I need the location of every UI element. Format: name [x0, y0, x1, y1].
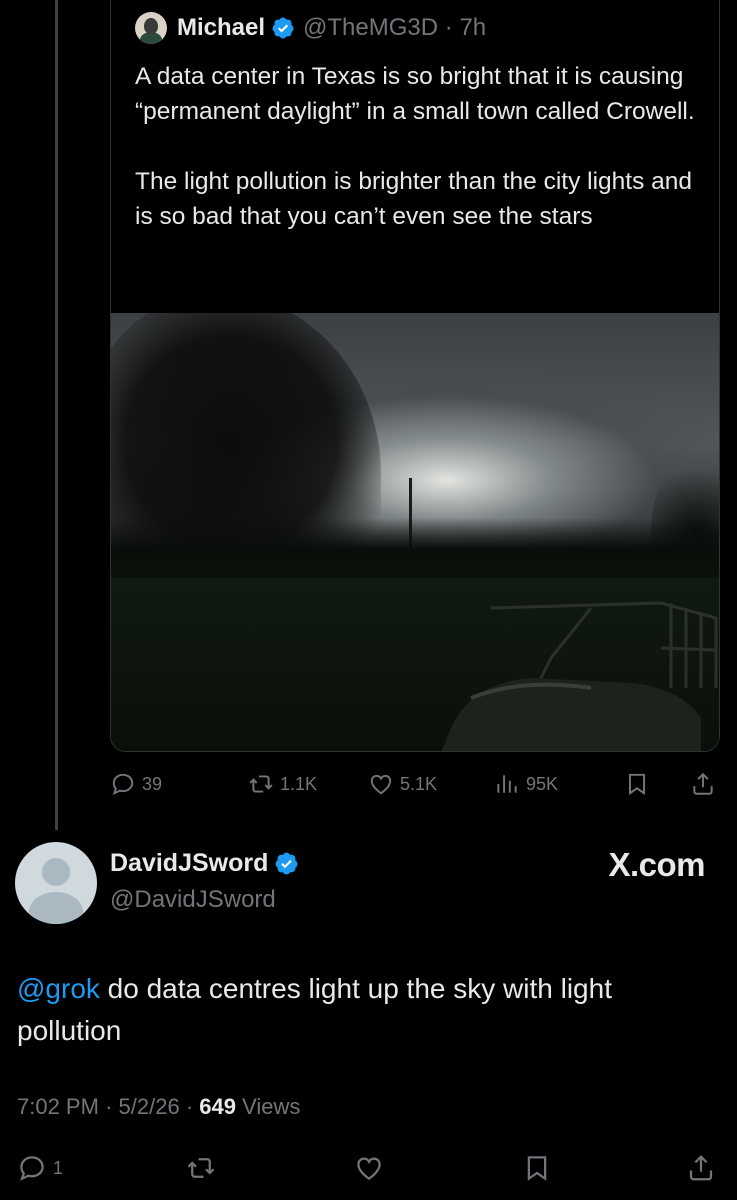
- quoted-post-time: 7h: [459, 14, 487, 41]
- views-count-main: 649: [199, 1094, 236, 1119]
- quoted-author-avatar[interactable]: [135, 12, 167, 44]
- post-time[interactable]: 7:02 PM: [17, 1094, 99, 1119]
- verified-badge-icon: [275, 852, 298, 875]
- repost-icon: [249, 775, 273, 793]
- reply-count: 39: [142, 773, 163, 794]
- reply-button[interactable]: 39: [110, 764, 162, 804]
- repost-icon: [187, 1158, 215, 1178]
- repost-button[interactable]: 1.1K: [248, 764, 317, 804]
- bookmark-button[interactable]: [624, 764, 656, 804]
- bookmark-button-main[interactable]: [522, 1148, 558, 1188]
- photo-utility-vehicle: [441, 601, 718, 751]
- post-metadata: 7:02 PM · 5/2/26 · 649 Views: [17, 1094, 301, 1119]
- bookmark-icon: [628, 773, 646, 796]
- share-button[interactable]: [690, 764, 722, 804]
- views-count: 95K: [526, 773, 559, 794]
- quoted-author-name[interactable]: Michael: [177, 14, 265, 42]
- quoted-post-text: A data center in Texas is so bright that…: [135, 63, 695, 230]
- share-icon: [693, 772, 713, 795]
- quoted-author-handle[interactable]: @TheMG3D · 7h: [303, 14, 486, 42]
- thread-connector-line: [55, 0, 58, 830]
- verified-badge-icon: [272, 17, 294, 39]
- like-button-main[interactable]: [354, 1148, 390, 1188]
- post-text: @grok do data centres light up the sky w…: [17, 973, 612, 1046]
- like-button[interactable]: 5.1K: [368, 764, 437, 804]
- bookmark-icon: [527, 1156, 547, 1181]
- heart-icon: [357, 1157, 381, 1180]
- author-name[interactable]: DavidJSword: [110, 849, 299, 878]
- reply-icon: [20, 1156, 44, 1181]
- post-date[interactable]: 5/2/26: [119, 1094, 180, 1119]
- xcom-watermark: X.com: [608, 846, 705, 883]
- author-handle[interactable]: @DavidJSword: [110, 886, 276, 914]
- quoted-post-card[interactable]: Michael @TheMG3D · 7h A data center in T…: [110, 0, 720, 752]
- quoted-post-photo[interactable]: [111, 313, 719, 751]
- repost-button-main[interactable]: [186, 1148, 222, 1188]
- author-avatar[interactable]: [15, 842, 97, 924]
- reply-count-main: 1: [53, 1157, 64, 1178]
- mention-link[interactable]: @grok: [17, 973, 100, 1004]
- views-label: Views: [242, 1094, 301, 1119]
- quoted-post-actions: 39 1.1K 5.1K 95K: [110, 764, 730, 804]
- views-button[interactable]: 95K: [494, 764, 558, 804]
- reply-button-main[interactable]: 1: [17, 1148, 63, 1188]
- share-button-main[interactable]: [686, 1148, 722, 1188]
- share-icon: [689, 1155, 713, 1181]
- like-count: 5.1K: [400, 773, 438, 794]
- reply-icon: [112, 773, 134, 796]
- views-chart-icon: [497, 775, 517, 793]
- heart-icon: [370, 774, 392, 795]
- post-actions: 1: [0, 1148, 737, 1188]
- quoted-post-header: Michael @TheMG3D · 7h: [135, 11, 486, 45]
- repost-count: 1.1K: [280, 773, 318, 794]
